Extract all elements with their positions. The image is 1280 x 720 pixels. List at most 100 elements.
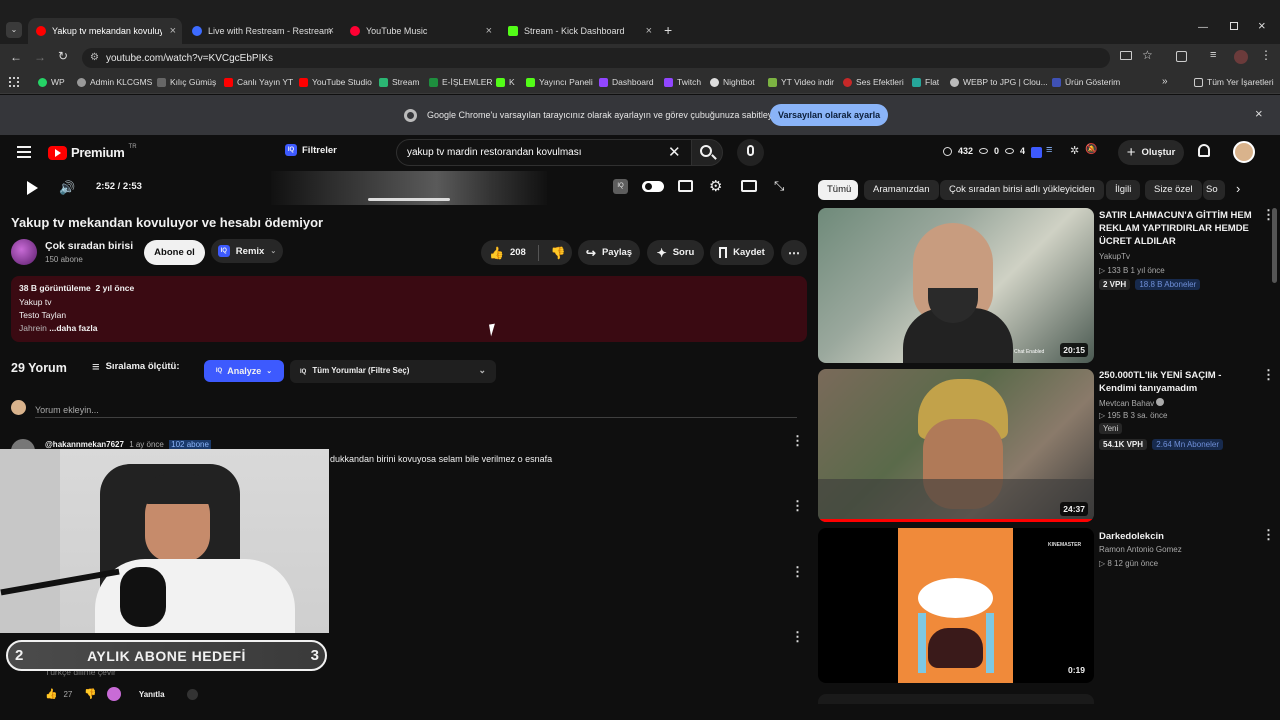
url-input[interactable]: ⚙ youtube.com/watch?v=KVCgcEbPIKs <box>82 48 1110 68</box>
set-default-button[interactable]: Varsayılan olarak ayarla <box>770 104 889 126</box>
youtube-logo[interactable]: Premium TR <box>48 144 137 160</box>
related-thumbnail[interactable]: KINEMASTER 0:19 <box>818 528 1094 683</box>
related-channel[interactable]: Mevtcan Bahav <box>1099 398 1165 408</box>
reply-button[interactable]: Yanıtla <box>139 690 165 699</box>
search-button[interactable] <box>691 139 723 166</box>
volume-icon[interactable]: 🔊 <box>59 180 75 196</box>
all-bookmarks[interactable]: Tüm Yer İşaretleri <box>1194 77 1274 87</box>
related-thumbnail[interactable]: 24:37 <box>818 369 1094 522</box>
tab-kick-dashboard[interactable]: Stream - Kick Dashboard × <box>500 18 658 44</box>
bookmark-flat[interactable]: Flat <box>912 77 939 87</box>
new-tab-icon[interactable]: + <box>664 22 672 38</box>
hamburger-menu-icon[interactable] <box>17 146 31 158</box>
bookmark-canli-yayin[interactable]: Canlı Yayın YT <box>224 77 293 87</box>
chip-more[interactable]: So <box>1203 180 1225 200</box>
comment-author[interactable]: @hakannmekan7627 <box>45 440 124 449</box>
description-box[interactable]: 38 B görüntüleme 2 yıl önce Yakup tv Tes… <box>11 276 807 342</box>
related-menu-icon[interactable]: ⋮ <box>1262 208 1275 221</box>
save-button[interactable]: Kaydet <box>710 240 774 265</box>
subtitles-icon[interactable] <box>678 180 693 192</box>
account-avatar[interactable] <box>1233 141 1255 163</box>
bookmark-star-icon[interactable]: ☆ <box>1142 48 1153 62</box>
back-icon[interactable]: ← <box>10 50 22 64</box>
fullscreen-icon[interactable]: ⤡ <box>774 178 784 194</box>
thumbs-up-icon[interactable]: 👍 <box>45 689 57 700</box>
more-bookmarks-icon[interactable]: » <box>1162 76 1168 87</box>
list-icon[interactable]: ≡ <box>1046 144 1052 156</box>
related-channel[interactable]: Ramon Antonio Gomez <box>1099 545 1182 554</box>
miniplayer-icon[interactable] <box>741 180 757 192</box>
reload-icon[interactable]: ↻ <box>58 49 68 63</box>
tab-youtube-video[interactable]: Yakup tv mekandan kovuluyor ve × <box>28 18 182 44</box>
related-channel[interactable]: YakupTv <box>1099 252 1130 261</box>
comment-filter-select[interactable]: IQ Tüm Yorumlar (Filtre Seç) ⌄ <box>290 360 496 383</box>
related-menu-icon[interactable]: ⋮ <box>1262 528 1275 541</box>
bookmark-wp[interactable]: WP <box>38 77 65 87</box>
bookmark-yt-video[interactable]: YT Video indir <box>768 77 834 87</box>
iq-extension-icon[interactable] <box>1031 147 1042 158</box>
comment-menu-icon[interactable]: ⋮ <box>791 434 804 447</box>
close-window-icon[interactable]: × <box>1258 18 1266 33</box>
related-menu-icon[interactable]: ⋮ <box>1262 368 1275 381</box>
close-infobar-icon[interactable]: × <box>1255 106 1263 121</box>
close-tab-icon[interactable]: × <box>486 25 492 37</box>
bookmark-kilic[interactable]: Kılıç Gümüş <box>157 77 216 87</box>
related-title[interactable]: Darkedolekcin <box>1099 530 1259 543</box>
bookmark-k[interactable]: K <box>496 77 515 87</box>
close-tab-icon[interactable]: × <box>646 25 652 37</box>
restore-icon[interactable] <box>1230 22 1238 30</box>
extensions-icon[interactable] <box>1176 51 1187 62</box>
iq-icon[interactable] <box>186 688 198 700</box>
play-icon[interactable] <box>27 181 38 195</box>
show-more-link[interactable]: ...daha fazla <box>49 323 97 333</box>
bookmark-admin[interactable]: Admin KLCGMS <box>77 77 152 87</box>
comment-menu-icon[interactable]: ⋮ <box>791 499 804 512</box>
more-actions-button[interactable]: ⋯ <box>781 240 807 265</box>
search-input[interactable]: yakup tv mardin restorandan kovulması <box>396 139 692 166</box>
chip-from-uploader[interactable]: Çok sıradan birisi adlı yükleyiciden <box>940 180 1104 200</box>
autoplay-toggle[interactable] <box>642 181 664 192</box>
progress-bar[interactable] <box>368 198 450 201</box>
chip-for-you[interactable]: Size özel <box>1145 180 1202 200</box>
related-thumbnail-partial[interactable] <box>818 694 1094 704</box>
bookmark-yt-studio[interactable]: YouTube Studio <box>299 77 372 87</box>
analyze-button[interactable]: IQ Analyze ⌄ <box>204 360 284 382</box>
apps-icon[interactable] <box>9 77 19 87</box>
bookmark-urun[interactable]: Ürün Gösterim <box>1052 77 1120 87</box>
related-thumbnail[interactable]: Chat Enabled 20:15 <box>818 208 1094 363</box>
page-scrollbar[interactable] <box>1272 208 1277 283</box>
voice-search-button[interactable] <box>737 139 764 166</box>
thumbs-down-icon[interactable]: 👎 <box>84 689 96 700</box>
settings-gear-icon[interactable]: ⚙ <box>709 177 722 195</box>
bookmark-nightbot[interactable]: Nightbot <box>710 77 755 87</box>
filters-button[interactable]: IQ Filtreler <box>285 144 337 156</box>
notification-off-icon[interactable]: 🔕 <box>1085 144 1097 155</box>
add-comment-input[interactable]: Yorum ekleyin... <box>35 400 797 418</box>
like-button[interactable]: 👍 208 <box>489 246 526 260</box>
create-button[interactable]: + Oluştur <box>1118 140 1184 165</box>
media-icon[interactable]: ≡ <box>1210 49 1216 61</box>
clear-search-icon[interactable]: ✕ <box>668 143 681 161</box>
channel-name[interactable]: Çok sıradan birisi <box>45 240 133 252</box>
channel-avatar[interactable] <box>11 239 37 265</box>
iq-player-icon[interactable]: IQ <box>613 179 628 194</box>
ask-button[interactable]: ✦ Soru <box>647 240 704 265</box>
close-tab-icon[interactable]: × <box>328 25 334 37</box>
related-title[interactable]: 250.000TL'lik YENİ SAÇIM - Kendimi tanıy… <box>1099 369 1259 395</box>
settings-extension-icon[interactable]: ✲ <box>1070 144 1079 157</box>
chip-from-search[interactable]: Aramanızdan <box>864 180 939 200</box>
bookmark-dashboard[interactable]: Dashboard <box>599 77 654 87</box>
close-tab-icon[interactable]: × <box>170 25 176 37</box>
bookmark-yayinci-paneli[interactable]: Yayıncı Paneli <box>526 77 593 87</box>
share-button[interactable]: ↪ Paylaş <box>578 240 640 265</box>
bookmark-e-islemler[interactable]: E-İŞLEMLER <box>429 77 493 87</box>
comment-menu-icon[interactable]: ⋮ <box>791 565 804 578</box>
minimize-icon[interactable]: — <box>1198 22 1208 33</box>
profile-avatar[interactable] <box>1234 50 1248 64</box>
notifications-bell-icon[interactable] <box>1198 144 1210 157</box>
site-info-icon[interactable]: ⚙ <box>90 52 99 63</box>
bookmark-ses-efektleri[interactable]: Ses Efektleri <box>843 77 904 87</box>
sort-button[interactable]: ≡ Sıralama ölçütü: <box>92 359 180 374</box>
tab-restream[interactable]: Live with Restream - Restream × <box>184 18 340 44</box>
related-title[interactable]: SATIR LAHMACUN'A GİTTİM HEM REKLAM YAPTI… <box>1099 209 1259 248</box>
